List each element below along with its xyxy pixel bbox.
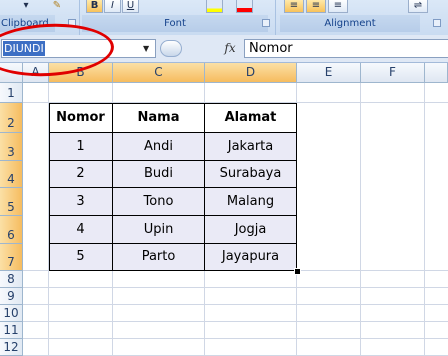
table-header-cell[interactable]: Nama (113, 103, 205, 133)
table-cell[interactable]: Jogja (205, 216, 297, 244)
row-header[interactable]: 12 (0, 339, 23, 356)
table-cell[interactable]: Jakarta (205, 133, 297, 161)
ribbon-separator (275, 0, 276, 35)
fill-handle[interactable] (294, 268, 301, 275)
row-header[interactable]: 2 (0, 103, 23, 133)
column-header-g[interactable] (425, 63, 448, 83)
gridline (424, 83, 425, 356)
insert-function-icon[interactable]: fx (218, 41, 242, 55)
table-cell[interactable]: Parto (113, 244, 205, 271)
gridline (23, 338, 448, 339)
table-cell[interactable]: Andi (113, 133, 205, 161)
name-box-dropdown-icon[interactable]: ▼ (143, 44, 149, 53)
table-cell[interactable]: Jayapura (205, 244, 297, 271)
align-middle-icon[interactable]: ≡ (306, 0, 326, 13)
row-header[interactable]: 1 (0, 83, 23, 103)
alignment-launcher-icon[interactable] (433, 19, 441, 27)
font-color-icon[interactable] (236, 0, 253, 13)
row-header[interactable]: 4 (0, 161, 23, 188)
row-header[interactable]: 10 (0, 305, 23, 322)
underline-button[interactable]: U (122, 0, 139, 13)
row-header[interactable]: 7 (0, 244, 23, 271)
italic-button[interactable]: I (104, 0, 121, 13)
row-header[interactable]: 11 (0, 322, 23, 339)
table-cell[interactable]: 5 (49, 244, 113, 271)
row-header[interactable]: 6 (0, 216, 23, 244)
alignment-group-label: Alignment (280, 15, 420, 32)
table-cell[interactable]: Malang (205, 188, 297, 216)
table-header-cell[interactable]: Nomor (49, 103, 113, 133)
gridline (23, 304, 448, 305)
bold-button[interactable]: B (86, 0, 103, 13)
font-launcher-icon[interactable] (262, 19, 270, 27)
formula-bar-resize-handle[interactable] (160, 40, 182, 57)
gridline (360, 83, 361, 356)
row-header[interactable]: 3 (0, 133, 23, 161)
table-cell[interactable]: 4 (49, 216, 113, 244)
column-header-d[interactable]: D (205, 63, 297, 83)
row-header[interactable]: 9 (0, 288, 23, 305)
table-cell[interactable]: Upin (113, 216, 205, 244)
formula-input[interactable]: Nomor (244, 39, 448, 58)
table-cell[interactable]: Tono (113, 188, 205, 216)
column-header-e[interactable]: E (297, 63, 361, 83)
gridline (23, 321, 448, 322)
table-cell[interactable]: 2 (49, 161, 113, 188)
row-header[interactable]: 5 (0, 188, 23, 216)
row-header[interactable]: 8 (0, 271, 23, 288)
align-top-icon[interactable]: ≡ (284, 0, 304, 13)
table-cell[interactable]: Surabaya (205, 161, 297, 188)
paste-dropdown-icon[interactable]: ▾ (18, 0, 34, 13)
column-header-c[interactable]: C (113, 63, 205, 83)
table-cell[interactable]: 1 (49, 133, 113, 161)
align-bottom-icon[interactable]: ≡ (328, 0, 348, 13)
table-header-cell[interactable]: Alamat (205, 103, 297, 133)
table-cell[interactable]: Budi (113, 161, 205, 188)
font-group-label: Font (82, 15, 268, 32)
fill-color-icon[interactable] (206, 0, 223, 13)
wrap-text-icon[interactable]: ⇌ (408, 0, 428, 13)
table-cell[interactable]: 3 (49, 188, 113, 216)
gridline (23, 287, 448, 288)
column-header-f[interactable]: F (361, 63, 425, 83)
format-painter-icon[interactable]: ✎ (48, 0, 66, 13)
